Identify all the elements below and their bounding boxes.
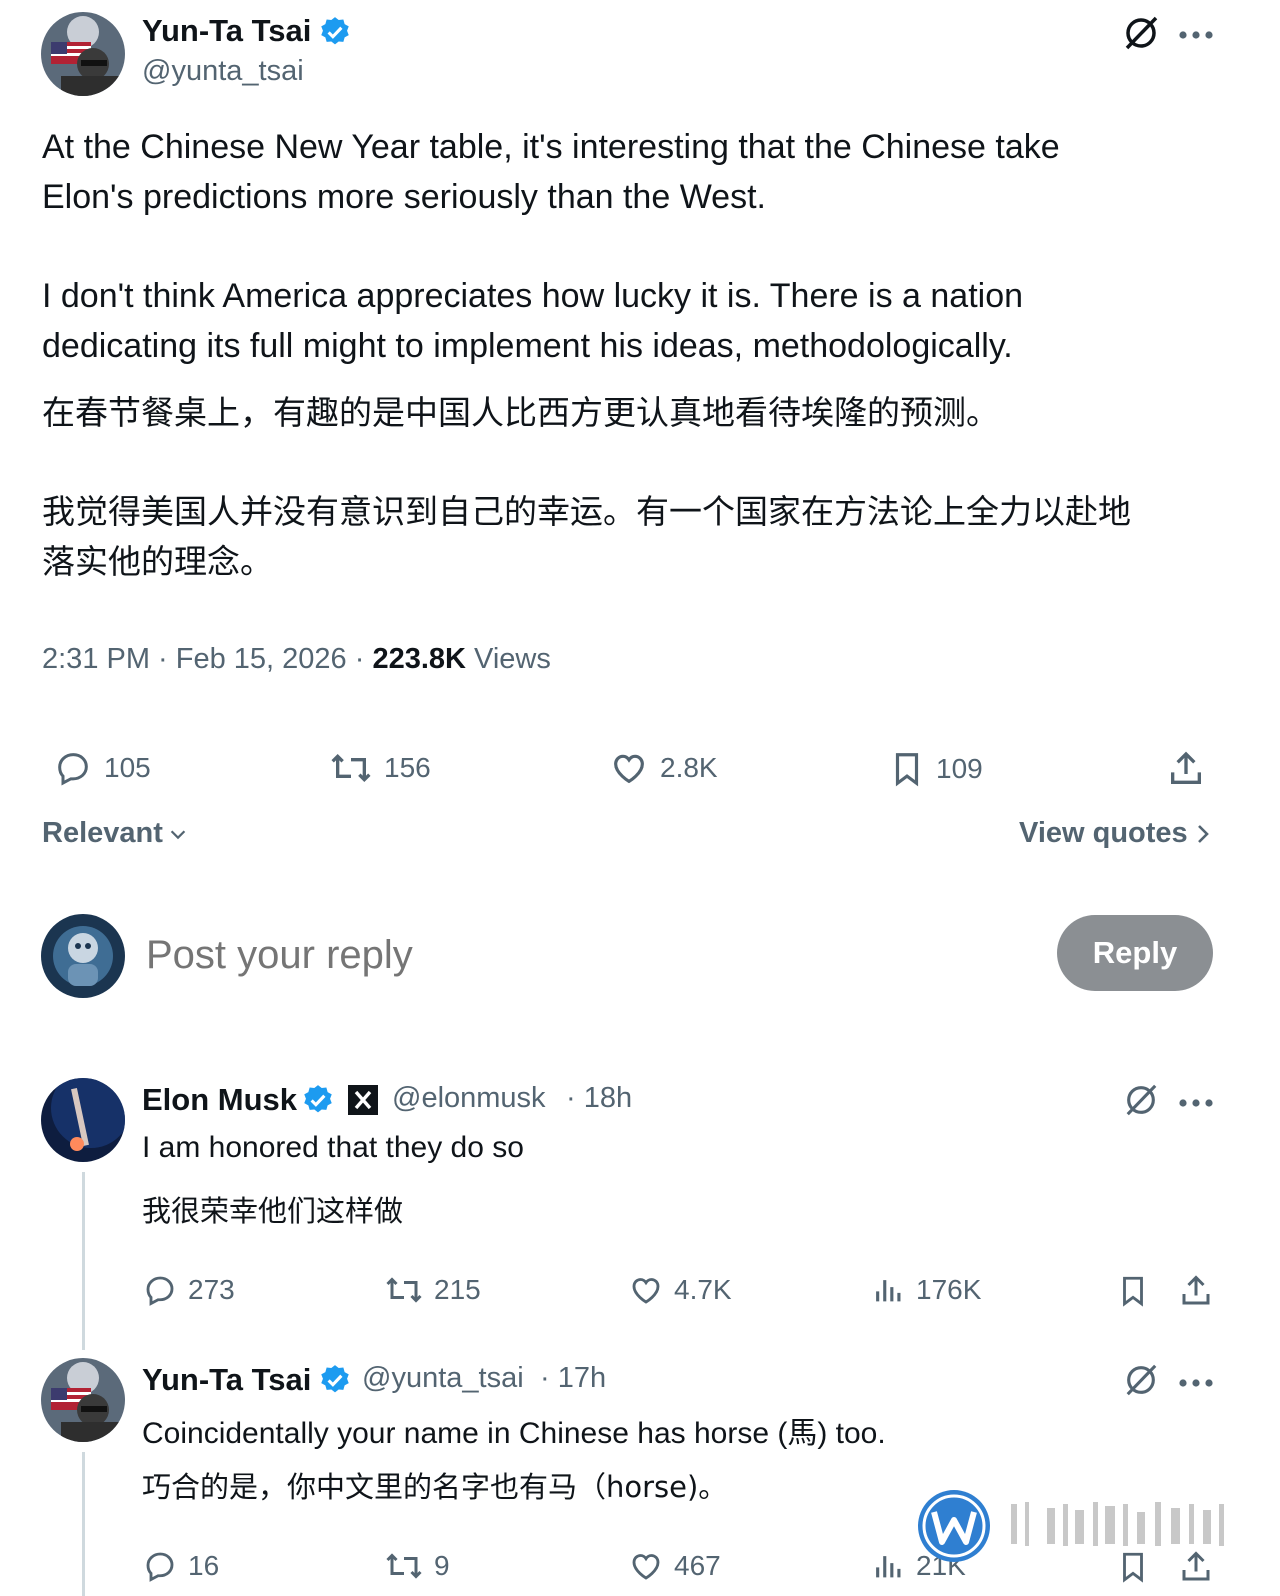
bookmark-count: 109 [936, 753, 983, 784]
view-quotes-label: View quotes [1019, 817, 1188, 849]
reply-action[interactable]: 105 [52, 748, 151, 788]
views-action[interactable]: 176K [872, 1272, 981, 1308]
reply-avatar-image [41, 1078, 125, 1162]
like-count: 2.8K [660, 752, 718, 783]
user-avatar[interactable] [41, 914, 125, 998]
chevron-right-icon [1197, 824, 1209, 843]
views-icon [876, 1280, 901, 1302]
post-text-en-1a: At the Chinese New Year table, it's inte… [42, 128, 1060, 166]
like-icon [614, 754, 644, 784]
user-avatar-image [41, 914, 125, 998]
author-handle[interactable]: @yunta_tsai [142, 55, 304, 88]
more-icon[interactable] [1178, 1375, 1214, 1387]
sort-label: Relevant [42, 817, 163, 849]
repost-count: 215 [434, 1274, 481, 1305]
share-icon[interactable] [1178, 1272, 1214, 1310]
chevron-down-icon [170, 829, 186, 839]
post-text-en-1b: Elon's predictions more seriously than t… [42, 178, 766, 216]
reply-time[interactable]: · 17h [540, 1362, 606, 1395]
watermark-text [1005, 1500, 1235, 1556]
reply-time[interactable]: · 18h [566, 1082, 632, 1115]
repost-action[interactable]: 9 [384, 1548, 450, 1584]
reply-text-zh: 巧合的是，你中文里的名字也有马（horse)。 [142, 1470, 728, 1504]
reply-action[interactable]: 273 [142, 1272, 235, 1308]
repost-icon [331, 753, 371, 783]
like-action[interactable]: 4.7K [628, 1272, 732, 1308]
more-icon[interactable] [1178, 27, 1214, 39]
like-action[interactable]: 2.8K [608, 748, 718, 788]
x-logo-icon [348, 1085, 378, 1115]
reply-count: 273 [188, 1274, 235, 1305]
reply-button[interactable]: Reply [1057, 915, 1213, 991]
post-text-zh-2a: 我觉得美国人并没有意识到自己的幸运。有一个国家在方法论上全力以赴地 [42, 492, 1131, 531]
reply-icon [146, 1276, 174, 1306]
reply-icon [146, 1552, 174, 1582]
reply-avatar[interactable] [41, 1078, 125, 1162]
repost-count: 156 [384, 752, 431, 783]
post-views-count: 223.8K [372, 643, 466, 675]
reply-count: 105 [104, 752, 151, 783]
bookmark-icon[interactable] [1116, 1272, 1150, 1310]
reply-text-en: Coincidentally your name in Chinese has … [142, 1417, 886, 1450]
reply-avatar[interactable] [41, 1358, 125, 1442]
reply-text-en: I am honored that they do so [142, 1131, 524, 1164]
like-icon [632, 1278, 660, 1304]
share-icon[interactable] [1166, 748, 1206, 790]
bookmark-action[interactable]: 109 [888, 748, 983, 790]
like-action[interactable]: 467 [628, 1548, 721, 1584]
repost-action[interactable]: 215 [384, 1272, 481, 1308]
watermark-logo [916, 1488, 992, 1564]
reply-count: 16 [188, 1550, 220, 1581]
repost-count: 9 [434, 1550, 450, 1581]
verified-badge-icon [318, 1363, 352, 1397]
reply-author-handle[interactable]: @yunta_tsai [362, 1362, 524, 1395]
like-count: 4.7K [674, 1274, 732, 1305]
reply-author-name[interactable]: Yun-Ta Tsai [142, 1362, 311, 1398]
post-text-en-2b: dedicating its full might to implement h… [42, 327, 1013, 365]
repost-icon [386, 1277, 422, 1303]
grok-icon[interactable] [1122, 14, 1160, 52]
reply-icon [58, 753, 88, 786]
grok-icon[interactable] [1123, 1082, 1159, 1118]
post-views-label: Views [465, 643, 551, 675]
sort-dropdown[interactable]: Relevant [42, 817, 189, 850]
reply-action[interactable]: 16 [142, 1548, 219, 1584]
bookmark-icon [895, 753, 919, 787]
thread-line [82, 1452, 85, 1596]
reply-avatar-image [41, 1358, 125, 1442]
like-icon [632, 1554, 660, 1580]
repost-action[interactable]: 156 [328, 748, 431, 788]
views-count: 176K [916, 1274, 982, 1305]
view-quotes-link[interactable]: View quotes [1019, 817, 1212, 850]
views-icon [876, 1556, 901, 1578]
verified-badge-icon [318, 15, 352, 49]
post-text-zh-1: 在春节餐桌上，有趣的是中国人比西方更认真地看待埃隆的预测。 [42, 393, 999, 432]
grok-icon[interactable] [1123, 1362, 1159, 1398]
repost-icon [386, 1553, 422, 1579]
post-text-zh-2b: 落实他的理念。 [42, 542, 273, 581]
author-name[interactable]: Yun-Ta Tsai [142, 13, 311, 49]
post-timestamp[interactable]: 2:31 PM · Feb 15, 2026 · [42, 643, 372, 675]
verified-badge-icon [301, 1083, 335, 1117]
reply-author-name[interactable]: Elon Musk [142, 1082, 297, 1118]
more-icon[interactable] [1178, 1095, 1214, 1107]
author-avatar[interactable] [41, 12, 125, 96]
post-metadata: 2:31 PM · Feb 15, 2026 · 223.8K Views [42, 643, 551, 676]
reply-input[interactable] [146, 925, 1026, 985]
like-count: 467 [674, 1550, 721, 1581]
thread-line [82, 1172, 85, 1350]
post-text-en-2a: I don't think America appreciates how lu… [42, 277, 1024, 315]
reply-author-handle[interactable]: @elonmusk [392, 1082, 546, 1115]
author-avatar-image [41, 12, 125, 96]
reply-text-zh: 我很荣幸他们这样做 [142, 1194, 404, 1228]
